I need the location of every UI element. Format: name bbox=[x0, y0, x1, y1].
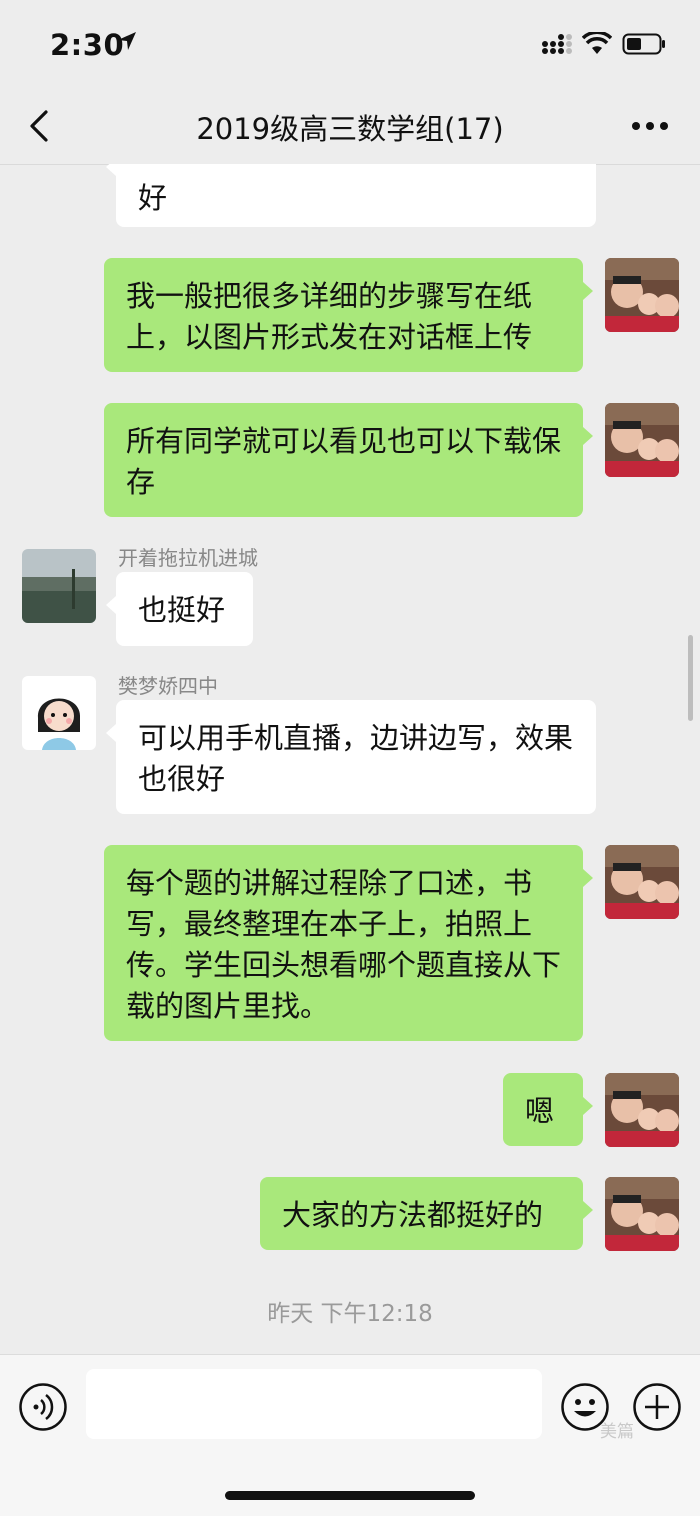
message-list[interactable]: 好 我一般把很多详细的步骤写在纸上，以图片形式发在对话框上传 所有同学就可以看见… bbox=[0, 164, 700, 1354]
avatar[interactable] bbox=[605, 1073, 679, 1147]
family-photo-icon bbox=[605, 258, 679, 332]
message-text: 大家的方法都挺好的 bbox=[282, 1198, 544, 1232]
avatar[interactable] bbox=[605, 845, 679, 919]
sender-name: 樊梦娇四中 bbox=[118, 674, 218, 698]
message-timestamp: 昨天 下午12:18 bbox=[267, 1301, 433, 1327]
location-arrow-icon bbox=[118, 32, 136, 50]
more-dots-icon[interactable] bbox=[630, 120, 670, 132]
voice-icon[interactable] bbox=[18, 1382, 68, 1432]
signal-icon bbox=[542, 34, 572, 54]
avatar[interactable] bbox=[605, 403, 679, 477]
message-text: 好 bbox=[138, 181, 168, 215]
message-bubble[interactable]: 可以用手机直播，边讲边写，效果也很好 bbox=[106, 700, 596, 814]
cartoon-girl-icon bbox=[22, 676, 96, 750]
message-bubble[interactable]: 好 bbox=[106, 164, 596, 227]
sender-name: 开着拖拉机进城 bbox=[118, 546, 258, 570]
message-text: 所有同学就可以看见也可以下载保存 bbox=[126, 424, 562, 499]
battery-icon bbox=[622, 33, 665, 55]
chat-title: 2019级高三数学组(17) bbox=[196, 112, 504, 146]
status-time: 2:30 bbox=[50, 28, 125, 62]
status-bar: 2:30 bbox=[0, 0, 700, 92]
input-bar: 美篇 bbox=[0, 1354, 700, 1516]
avatar[interactable] bbox=[22, 676, 96, 750]
chat-header: 2019级高三数学组(17) bbox=[0, 92, 700, 165]
scrollbar[interactable] bbox=[688, 635, 693, 721]
home-indicator[interactable] bbox=[225, 1491, 475, 1500]
message-bubble[interactable]: 嗯 bbox=[503, 1073, 593, 1146]
family-photo-icon bbox=[605, 1177, 679, 1251]
avatar[interactable] bbox=[22, 549, 96, 623]
avatar[interactable] bbox=[605, 258, 679, 332]
watermark-text: 美篇 bbox=[600, 1422, 634, 1442]
message-bubble[interactable]: 所有同学就可以看见也可以下载保存 bbox=[104, 403, 593, 517]
wifi-icon bbox=[582, 32, 612, 54]
message-text: 我一般把很多详细的步骤写在纸上，以图片形式发在对话框上传 bbox=[126, 279, 533, 354]
message-bubble[interactable]: 我一般把很多详细的步骤写在纸上，以图片形式发在对话框上传 bbox=[104, 258, 593, 372]
landscape-photo-icon bbox=[22, 549, 96, 623]
message-bubble[interactable]: 大家的方法都挺好的 bbox=[260, 1177, 593, 1250]
plus-icon[interactable] bbox=[632, 1382, 682, 1432]
message-input[interactable] bbox=[86, 1369, 542, 1439]
avatar[interactable] bbox=[605, 1177, 679, 1251]
message-text: 可以用手机直播，边讲边写，效果也很好 bbox=[138, 721, 574, 796]
message-text: 每个题的讲解过程除了口述，书写，最终整理在本子上，拍照上传。学生回头想看哪个题直… bbox=[126, 866, 562, 1023]
message-bubble[interactable]: 每个题的讲解过程除了口述，书写，最终整理在本子上，拍照上传。学生回头想看哪个题直… bbox=[104, 845, 593, 1041]
family-photo-icon bbox=[605, 1073, 679, 1147]
message-text: 嗯 bbox=[525, 1094, 555, 1128]
message-text: 也挺好 bbox=[138, 593, 226, 627]
family-photo-icon bbox=[605, 845, 679, 919]
message-bubble[interactable]: 也挺好 bbox=[106, 572, 253, 646]
family-photo-icon bbox=[605, 403, 679, 477]
